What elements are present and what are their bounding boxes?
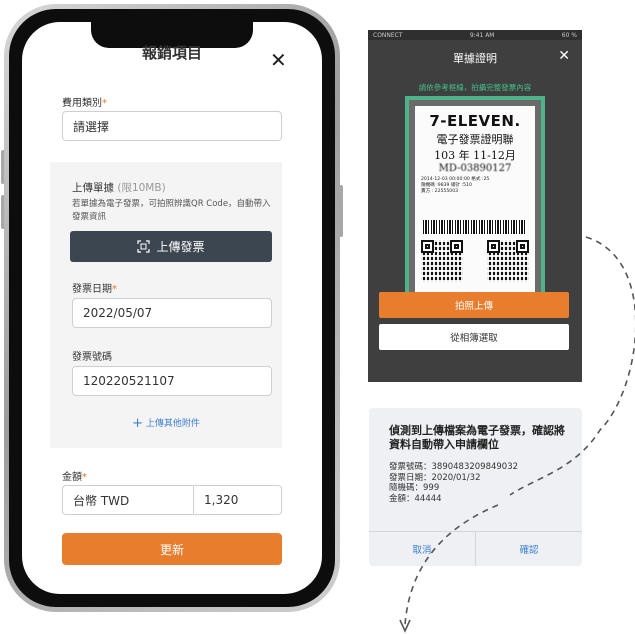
battery-label: 60 % — [561, 31, 577, 39]
receipt-period: 103 年 11-12月 — [434, 149, 516, 162]
add-attachment-link[interactable]: + 上傳其他附件 — [50, 416, 282, 431]
qr-code-right — [487, 240, 529, 282]
dialog-confirm-button[interactable]: 確認 — [475, 532, 582, 566]
required-mark: * — [112, 284, 117, 295]
update-button[interactable]: 更新 — [62, 533, 282, 565]
close-icon[interactable]: ✕ — [270, 50, 287, 70]
dialog-body: 發票號碼：3890483209849032 發票日期：2020/01/32 隨機… — [389, 462, 518, 504]
amount-input[interactable]: 1,320 — [194, 486, 281, 514]
invoice-number-label: 發票號碼 — [72, 352, 112, 363]
upload-invoice-button[interactable]: 上傳發票 — [70, 231, 272, 262]
close-icon[interactable]: ✕ — [558, 48, 570, 64]
carrier-label: CONNECT — [373, 31, 403, 39]
upload-label: 上傳單據 (限10MB) — [72, 180, 166, 195]
scan-frame: 7-ELEVEN. 電子發票證明聯 103 年 11-12月 MD-038901… — [405, 96, 545, 312]
dialog-title: 偵測到上傳檔案為電子發票，確認將資料自動帶入申請欄位 — [389, 424, 565, 451]
invoice-date-label-text: 發票日期 — [72, 284, 112, 295]
modal-title: 報銷項目 — [141, 44, 202, 62]
currency-select[interactable]: 台幣 TWD — [63, 486, 194, 514]
plus-icon: + — [132, 416, 143, 431]
upload-label-text: 上傳單據 — [72, 182, 114, 194]
status-bar: CONNECT 9:41 AM 60 % — [368, 30, 582, 40]
dialog-cancel-button[interactable]: 取消 — [369, 532, 475, 566]
add-attachment-label: 上傳其他附件 — [145, 419, 200, 429]
scanner-screenshot: CONNECT 9:41 AM 60 % 單據證明 ✕ 請依參考框線，拍攝完整發… — [368, 30, 582, 382]
dialog-random-code: 隨機碼：999 — [389, 483, 440, 493]
invoice-number-field[interactable]: 120220521107 — [72, 366, 272, 396]
required-mark: * — [102, 98, 107, 109]
receipt-image: 7-ELEVEN. 電子發票證明聯 103 年 11-12月 MD-038901… — [415, 106, 535, 302]
amount-group: 台幣 TWD 1,320 — [62, 485, 282, 515]
upload-invoice-button-label: 上傳發票 — [156, 240, 205, 254]
scan-icon — [137, 240, 151, 253]
receipt-title: 電子發票證明聯 — [436, 133, 514, 146]
category-label-text: 費用類別 — [62, 98, 102, 109]
upload-hint: 若單據為電子發票，可拍照辨識QR Code，自動帶入發票資訊 — [72, 199, 271, 222]
scanner-hint: 請依參考框線，拍攝完整發票內容 — [418, 83, 532, 92]
category-select[interactable]: 請選擇 — [62, 111, 282, 141]
capture-upload-button[interactable]: 拍照上傳 — [379, 292, 569, 318]
dialog-amount: 金額：44444 — [389, 493, 442, 504]
scanner-title: 單據證明 — [453, 52, 497, 65]
dialog-invoice-date: 發票日期：2020/01/32 — [389, 472, 481, 483]
status-time: 9:41 AM — [469, 31, 495, 39]
choose-from-album-button[interactable]: 從相簿選取 — [379, 324, 569, 350]
required-mark: * — [82, 472, 87, 483]
invoice-date-label: 發票日期* — [72, 280, 117, 295]
einvoice-confirm-dialog: 偵測到上傳檔案為電子發票，確認將資料自動帶入申請欄位 發票號碼：38904832… — [369, 408, 582, 566]
amount-label: 金額* — [62, 468, 87, 483]
receipt-meta-line: 賣方 : 22555003 — [421, 189, 459, 194]
amount-label-text: 金額 — [62, 472, 82, 483]
qr-code-left — [421, 240, 463, 282]
receipt-brand: 7-ELEVEN. — [429, 112, 521, 130]
receipt-meta: 2014-12-03 00:00:00 格式 :25 隨機碼 :9839 總計 … — [421, 177, 529, 195]
receipt-number: MD-03890127 — [438, 163, 512, 174]
dialog-invoice-number: 發票號碼：3890483209849032 — [389, 462, 519, 472]
arrow-head-icon — [399, 619, 411, 633]
category-label: 費用類別* — [62, 94, 107, 109]
upload-limit: (限10MB) — [117, 182, 166, 194]
barcode — [423, 220, 527, 234]
dialog-footer: 取消 確認 — [369, 531, 582, 566]
invoice-date-field[interactable]: 2022/05/07 — [72, 298, 272, 328]
